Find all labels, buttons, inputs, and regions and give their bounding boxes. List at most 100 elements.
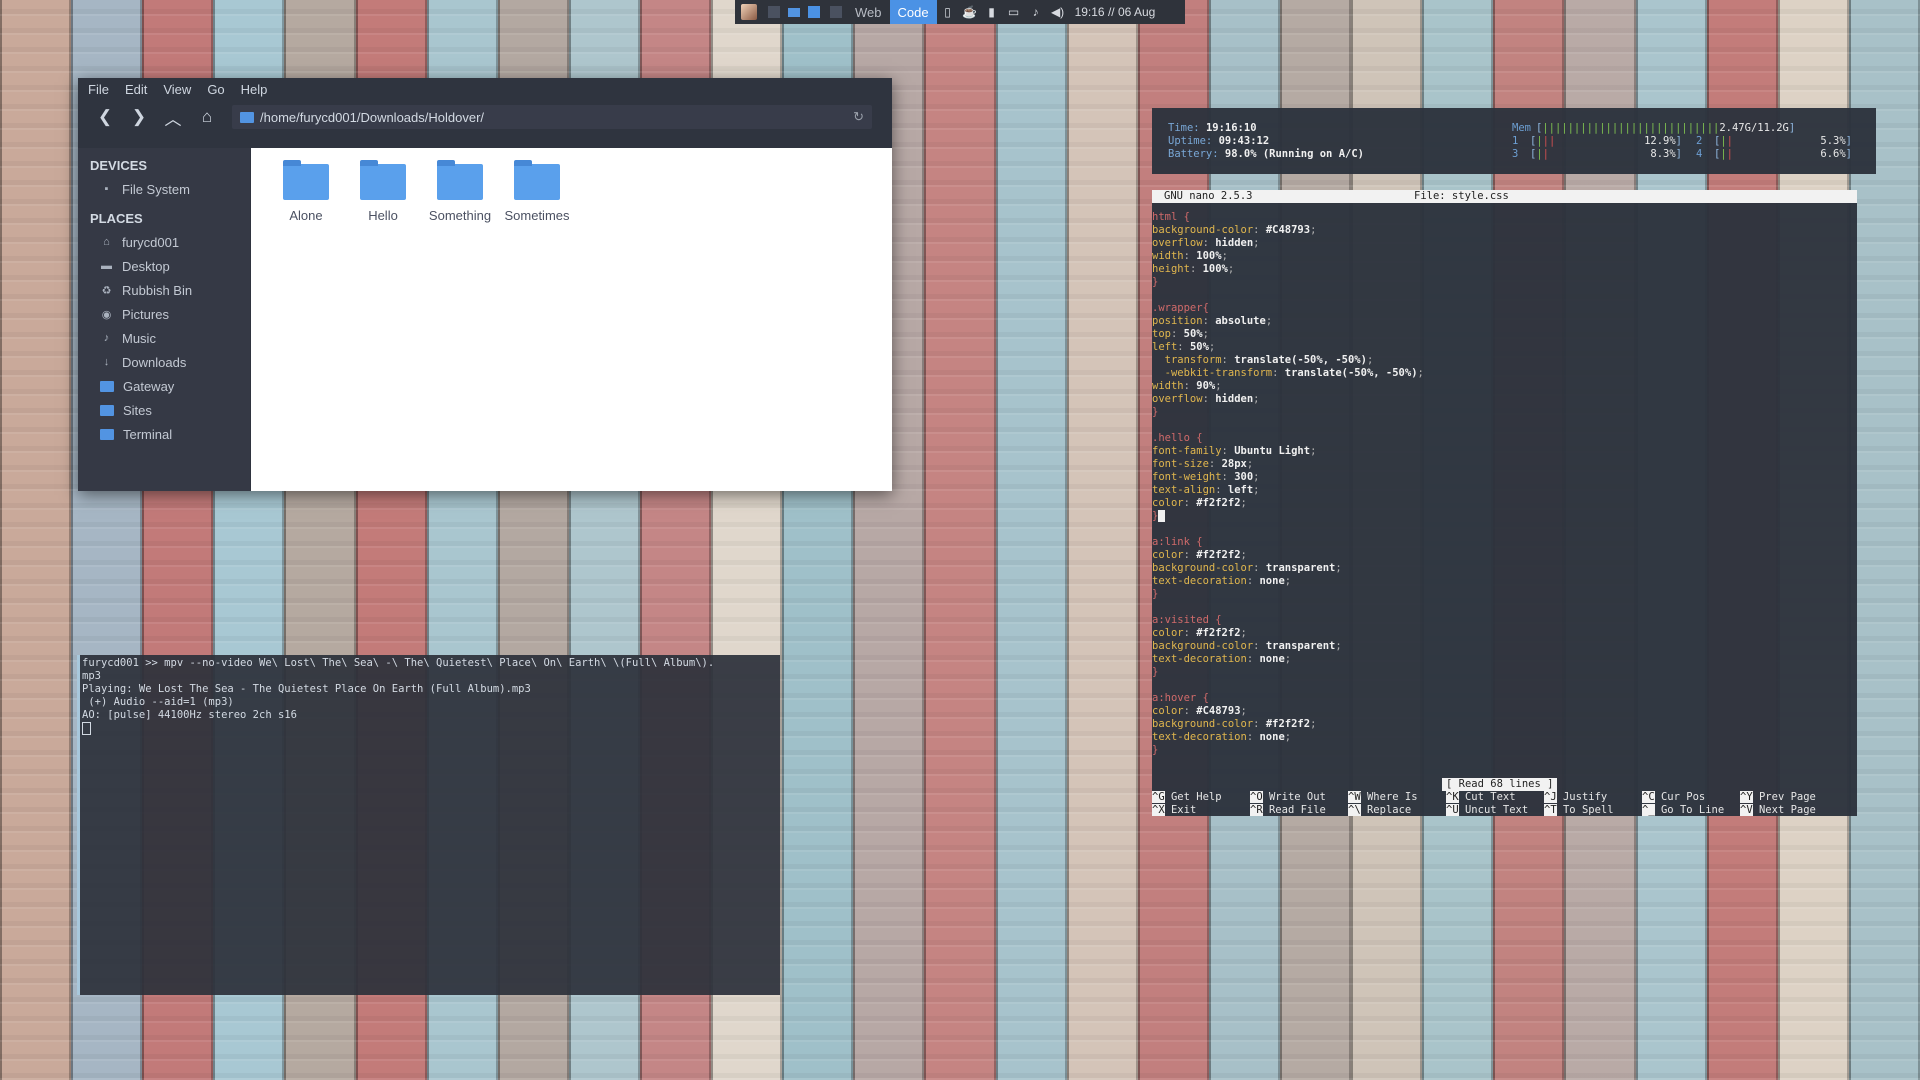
home-icon: ⌂ xyxy=(103,236,110,248)
location-bar[interactable]: /home/furycd001/Downloads/Holdover/ ↻ xyxy=(232,105,872,129)
code-line: html { xyxy=(1152,211,1190,223)
places-header: PLACES xyxy=(90,211,143,226)
sidebar-item-rubbish-bin[interactable]: ♻ Rubbish Bin xyxy=(78,278,250,302)
folder-item[interactable]: Sometimes xyxy=(498,148,576,223)
user-avatar[interactable] xyxy=(741,4,757,20)
code-line: color: #C48793; xyxy=(1152,705,1247,717)
code-line: } xyxy=(1152,666,1159,678)
forward-icon[interactable]: ❯ xyxy=(122,103,156,131)
memory-bar: |||||||||||||||||||||||||||| xyxy=(1542,122,1720,134)
shortcut-prev-page[interactable]: ^Y Prev Page xyxy=(1740,791,1838,804)
trash-icon: ♻ xyxy=(101,284,112,297)
uptime-value: 09:43:12 xyxy=(1218,135,1270,147)
workspace-1-icon[interactable] xyxy=(768,6,780,18)
code-line: .hello { xyxy=(1152,432,1203,444)
battery-icon[interactable]: ▮ xyxy=(983,5,1001,19)
cpu-meter: 3[|| 8.3%] xyxy=(1512,148,1682,160)
shortcut-next-page[interactable]: ^V Next Page xyxy=(1740,804,1838,817)
battery-value: 98.0% (Running on A/C) xyxy=(1224,148,1364,160)
folder-item[interactable]: Hello xyxy=(344,148,422,223)
shortcut-uncut-text[interactable]: ^U Uncut Text xyxy=(1446,804,1544,817)
code-line: color: #f2f2f2; xyxy=(1152,549,1247,561)
wallpaper-plank xyxy=(995,0,1067,1080)
shortcut-exit[interactable]: ^X Exit xyxy=(1152,804,1250,817)
folder-item[interactable]: Alone xyxy=(267,148,345,223)
up-icon[interactable]: ︿ xyxy=(156,103,190,131)
workspace-code[interactable]: Code xyxy=(889,0,937,24)
wallpaper-plank xyxy=(1066,0,1138,1080)
folder-label: Hello xyxy=(368,208,398,223)
menu-view[interactable]: View xyxy=(163,82,191,97)
file-view[interactable]: Alone Hello Something Sometimes xyxy=(251,148,892,491)
sidebar-item-pictures[interactable]: ◉ Pictures xyxy=(78,302,250,326)
display-icon[interactable]: ▭ xyxy=(1005,5,1023,19)
code-line: font-family: Ubuntu Light; xyxy=(1152,445,1317,457)
code-line: color: #f2f2f2; xyxy=(1152,627,1247,639)
bell-icon[interactable]: ♪ xyxy=(1027,5,1045,19)
code-line: } xyxy=(1152,744,1159,756)
menu-file[interactable]: File xyxy=(88,82,109,97)
nano-editor[interactable]: GNU nano 2.5.3 File: style.css html {back… xyxy=(1152,190,1857,816)
menu-go[interactable]: Go xyxy=(207,82,224,97)
active-window-icon[interactable] xyxy=(808,6,820,18)
folder-item[interactable]: Something xyxy=(421,148,499,223)
workspace-2-icon[interactable] xyxy=(830,6,842,18)
code-line: background-color: transparent; xyxy=(1152,640,1342,652)
shortcut-read-file[interactable]: ^R Read File xyxy=(1250,804,1348,817)
code-area[interactable]: html {background-color: #C48793; overflow… xyxy=(1152,203,1857,757)
folder-icon[interactable] xyxy=(785,0,803,24)
folder-icon xyxy=(283,160,329,200)
cpu-bar: || xyxy=(1536,148,1549,160)
shortcut-replace[interactable]: ^\ Replace xyxy=(1348,804,1446,817)
cpu-bar: || xyxy=(1720,148,1733,160)
code-line: font-size: 28px; xyxy=(1152,458,1254,470)
sidebar-item-gateway[interactable]: Gateway xyxy=(78,374,250,398)
clock[interactable]: 19:16 // 06 Aug xyxy=(1075,5,1156,19)
shortcut-cur-pos[interactable]: ^C Cur Pos xyxy=(1642,791,1740,804)
folder-icon xyxy=(100,404,114,416)
back-icon[interactable]: ❮ xyxy=(88,103,122,131)
shortcut-write-out[interactable]: ^O Write Out xyxy=(1250,791,1348,804)
system-monitor: Time: 19:16:10 Uptime: 09:43:12 Battery:… xyxy=(1152,108,1876,174)
shortcut-cut-text[interactable]: ^K Cut Text xyxy=(1446,791,1544,804)
memory-value: 2.47G/11.2G xyxy=(1719,122,1789,134)
sidebar-item-furycd001[interactable]: ⌂ furycd001 xyxy=(78,230,250,254)
sidebar-item-terminal[interactable]: Terminal xyxy=(78,422,250,446)
shortcut-go-to-line[interactable]: ^_ Go To Line xyxy=(1642,804,1740,817)
cpu-meter: 2[|| 5.3%] xyxy=(1696,135,1852,147)
shortcut-to-spell[interactable]: ^T To Spell xyxy=(1544,804,1642,817)
refresh-icon[interactable]: ↻ xyxy=(853,109,864,125)
workspace-web[interactable]: Web xyxy=(847,0,890,24)
clipboard-icon[interactable]: ▯ xyxy=(939,5,957,19)
sidebar-item-sites[interactable]: Sites xyxy=(78,398,250,422)
battery-label: Battery: xyxy=(1168,148,1219,160)
shortcut-get-help[interactable]: ^G Get Help xyxy=(1152,791,1250,804)
sidebar-item-music[interactable]: ♪ Music xyxy=(78,326,250,350)
cpu-meter: 4[|| 6.6%] xyxy=(1696,148,1852,160)
volume-icon[interactable]: ◀) xyxy=(1049,5,1067,19)
code-line: } xyxy=(1152,510,1857,523)
sidebar-item-downloads[interactable]: ↓ Downloads xyxy=(78,350,250,374)
sidebar-item-file-system[interactable]: ▪ File System xyxy=(78,177,250,201)
editor-terminal-window: Time: 19:16:10 Uptime: 09:43:12 Battery:… xyxy=(1152,108,1876,818)
coffee-icon[interactable]: ☕ xyxy=(961,5,979,19)
cpu-bar: || xyxy=(1720,135,1733,147)
terminal-window[interactable]: furycd001 >> mpv --no-video We\ Lost\ Th… xyxy=(77,655,780,995)
cpu-meter: 1[||| 12.9%] xyxy=(1512,135,1682,147)
devices-header: DEVICES xyxy=(90,158,148,173)
code-line: a:link { xyxy=(1152,536,1203,548)
menu-help[interactable]: Help xyxy=(241,82,268,97)
folder-label: Something xyxy=(428,208,492,223)
menu-edit[interactable]: Edit xyxy=(125,82,147,97)
code-line: overflow: hidden; xyxy=(1152,393,1260,405)
wallpaper-plank xyxy=(0,0,72,1080)
camera-icon: ◉ xyxy=(101,308,112,321)
code-line: transform: translate(-50%, -50%); xyxy=(1152,354,1374,366)
code-line: text-decoration: none; xyxy=(1152,731,1292,743)
sidebar-item-desktop[interactable]: ▬ Desktop xyxy=(78,254,250,278)
shortcut-where-is[interactable]: ^W Where Is xyxy=(1348,791,1446,804)
shortcut-justify[interactable]: ^J Justify xyxy=(1544,791,1642,804)
shortcut-bar: ^G Get Help ^O Write Out ^W Where Is ^K Cut… xyxy=(1152,791,1857,817)
home-icon[interactable]: ⌂ xyxy=(190,103,224,131)
nano-filename: File: style.css xyxy=(1414,190,1509,202)
